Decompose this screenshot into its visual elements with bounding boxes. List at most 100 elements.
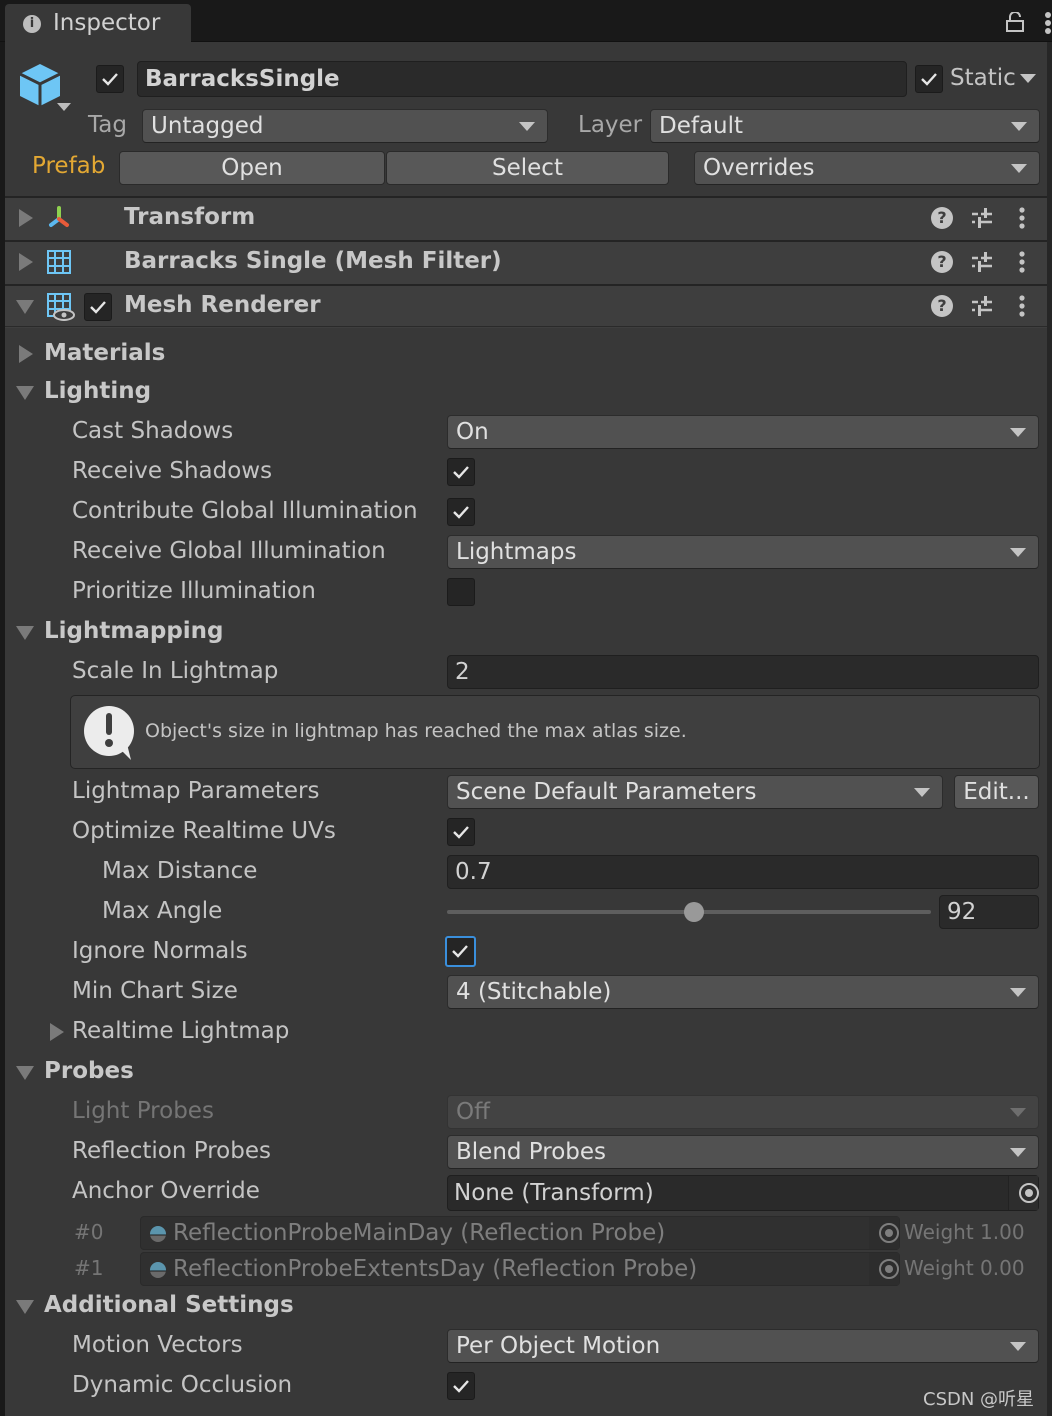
- lightmapping-foldout[interactable]: Lightmapping: [44, 618, 224, 644]
- max-distance-field[interactable]: 0.7: [447, 855, 1039, 889]
- presets-icon[interactable]: [971, 295, 993, 317]
- tag-dropdown[interactable]: Untagged: [142, 109, 548, 143]
- lighting-foldout[interactable]: Lighting: [44, 378, 151, 404]
- contribute-gi-label: Contribute Global Illumination: [72, 498, 418, 524]
- static-checkbox[interactable]: [915, 65, 943, 93]
- static-dropdown-arrow[interactable]: [1020, 74, 1036, 83]
- additional-settings-foldout[interactable]: Additional Settings: [44, 1292, 294, 1318]
- probes-foldout-icon[interactable]: [16, 1066, 34, 1080]
- component-menu-icon[interactable]: [1019, 295, 1025, 317]
- scrollbar[interactable]: [1047, 42, 1052, 1416]
- mesh-renderer-enabled-checkbox[interactable]: [84, 293, 112, 321]
- lightmapping-foldout-icon[interactable]: [16, 626, 34, 640]
- dynamic-occlusion-checkbox[interactable]: [447, 1372, 475, 1400]
- receive-gi-label: Receive Global Illumination: [72, 538, 386, 564]
- help-icon[interactable]: ?: [931, 207, 953, 229]
- reflection-probe-icon: [150, 1262, 166, 1278]
- probe-weight: Weight 0.00: [904, 1256, 1025, 1280]
- min-chart-size-dropdown[interactable]: 4 (Stitchable): [447, 975, 1039, 1009]
- prioritize-illumination-checkbox[interactable]: [447, 578, 475, 606]
- cast-shadows-dropdown[interactable]: On: [447, 415, 1039, 449]
- watermark: CSDN @听星: [923, 1389, 1035, 1410]
- tag-value: Untagged: [151, 113, 264, 139]
- materials-foldout[interactable]: Materials: [44, 340, 165, 366]
- cast-shadows-value: On: [456, 419, 489, 445]
- component-menu-icon[interactable]: [1019, 207, 1025, 229]
- receive-shadows-label: Receive Shadows: [72, 458, 273, 484]
- foldout-collapsed-icon[interactable]: [19, 209, 33, 227]
- scale-in-lightmap-label: Scale In Lightmap: [72, 658, 279, 684]
- motion-vectors-dropdown[interactable]: Per Object Motion: [447, 1329, 1039, 1363]
- reflection-probe-icon: [150, 1226, 166, 1242]
- realtime-lightmap-foldout-icon[interactable]: [50, 1023, 64, 1041]
- warning-helpbox: Object's size in lightmap has reached th…: [70, 695, 1040, 769]
- anchor-override-value: None (Transform): [454, 1180, 654, 1206]
- tab-inspector[interactable]: i Inspector: [5, 4, 191, 44]
- materials-foldout-icon[interactable]: [19, 345, 33, 363]
- reflection-probes-label: Reflection Probes: [72, 1138, 271, 1164]
- presets-icon[interactable]: [971, 207, 993, 229]
- layer-label: Layer: [578, 112, 643, 138]
- lightmap-parameters-dropdown[interactable]: Scene Default Parameters: [447, 775, 943, 809]
- max-angle-label: Max Angle: [102, 898, 223, 924]
- ignore-normals-checkbox[interactable]: [445, 936, 476, 967]
- reflection-probes-value: Blend Probes: [456, 1139, 607, 1165]
- anchor-override-field[interactable]: None (Transform): [447, 1175, 1039, 1211]
- chevron-down-icon: [1010, 1108, 1026, 1117]
- warning-message: Object's size in lightmap has reached th…: [145, 720, 687, 742]
- overrides-value: Overrides: [703, 155, 815, 181]
- component-menu-icon[interactable]: [1019, 251, 1025, 273]
- receive-gi-value: Lightmaps: [456, 539, 577, 565]
- max-angle-field[interactable]: 92: [939, 895, 1039, 929]
- receive-shadows-checkbox[interactable]: [447, 458, 475, 486]
- chevron-down-icon: [1010, 548, 1026, 557]
- chevron-down-icon: [1010, 988, 1026, 997]
- additional-settings-foldout-icon[interactable]: [16, 1300, 34, 1314]
- prefab-overrides-dropdown[interactable]: Overrides: [694, 151, 1040, 185]
- min-chart-size-value: 4 (Stitchable): [456, 979, 612, 1005]
- prefab-select-button[interactable]: Select: [386, 151, 669, 185]
- chevron-down-icon: [519, 122, 535, 131]
- optimize-realtime-uvs-label: Optimize Realtime UVs: [72, 818, 336, 844]
- tab-bar: i Inspector: [0, 0, 1052, 44]
- prioritize-illumination-label: Prioritize Illumination: [72, 578, 316, 604]
- probe-name: ReflectionProbeExtentsDay (Reflection Pr…: [173, 1256, 698, 1282]
- lock-icon[interactable]: [1006, 12, 1024, 32]
- component-title: Transform: [124, 204, 256, 230]
- probes-foldout[interactable]: Probes: [44, 1058, 134, 1084]
- chevron-down-icon: [914, 788, 930, 797]
- foldout-collapsed-icon[interactable]: [19, 253, 33, 271]
- probe-name: ReflectionProbeMainDay (Reflection Probe…: [173, 1220, 666, 1246]
- kebab-menu-icon[interactable]: [1044, 12, 1052, 34]
- presets-icon[interactable]: [971, 251, 993, 273]
- component-title: Mesh Renderer: [124, 292, 321, 318]
- chevron-down-icon: [1010, 1342, 1026, 1351]
- reflection-probes-dropdown[interactable]: Blend Probes: [447, 1135, 1039, 1169]
- motion-vectors-value: Per Object Motion: [456, 1333, 661, 1359]
- contribute-gi-checkbox[interactable]: [447, 498, 475, 526]
- icon-dropdown-arrow[interactable]: [57, 103, 71, 111]
- tag-label: Tag: [88, 112, 127, 138]
- active-checkbox[interactable]: [96, 65, 124, 93]
- foldout-expanded-icon[interactable]: [16, 300, 34, 314]
- scale-in-lightmap-field[interactable]: 2: [447, 655, 1039, 689]
- receive-gi-dropdown[interactable]: Lightmaps: [447, 535, 1039, 569]
- help-icon[interactable]: ?: [931, 295, 953, 317]
- edit-lightmap-parameters-button[interactable]: Edit...: [954, 775, 1039, 809]
- layer-dropdown[interactable]: Default: [650, 109, 1040, 143]
- probe-index: #1: [74, 1256, 104, 1280]
- lightmap-parameters-label: Lightmap Parameters: [72, 778, 320, 804]
- lighting-foldout-icon[interactable]: [16, 386, 34, 400]
- gameobject-name-field[interactable]: BarracksSingle: [137, 61, 907, 97]
- help-icon[interactable]: ?: [931, 251, 953, 273]
- object-picker-icon: [879, 1223, 899, 1243]
- optimize-realtime-uvs-checkbox[interactable]: [447, 818, 475, 846]
- probe-list-item: ReflectionProbeMainDay (Reflection Probe…: [140, 1216, 900, 1250]
- object-picker-icon[interactable]: [1018, 1182, 1040, 1204]
- prefab-open-button[interactable]: Open: [119, 151, 385, 185]
- dynamic-occlusion-label: Dynamic Occlusion: [72, 1372, 293, 1398]
- tab-inspector-label: Inspector: [53, 10, 161, 36]
- realtime-lightmap-foldout[interactable]: Realtime Lightmap: [72, 1018, 289, 1044]
- ignore-normals-label: Ignore Normals: [72, 938, 248, 964]
- static-label[interactable]: Static: [950, 65, 1016, 91]
